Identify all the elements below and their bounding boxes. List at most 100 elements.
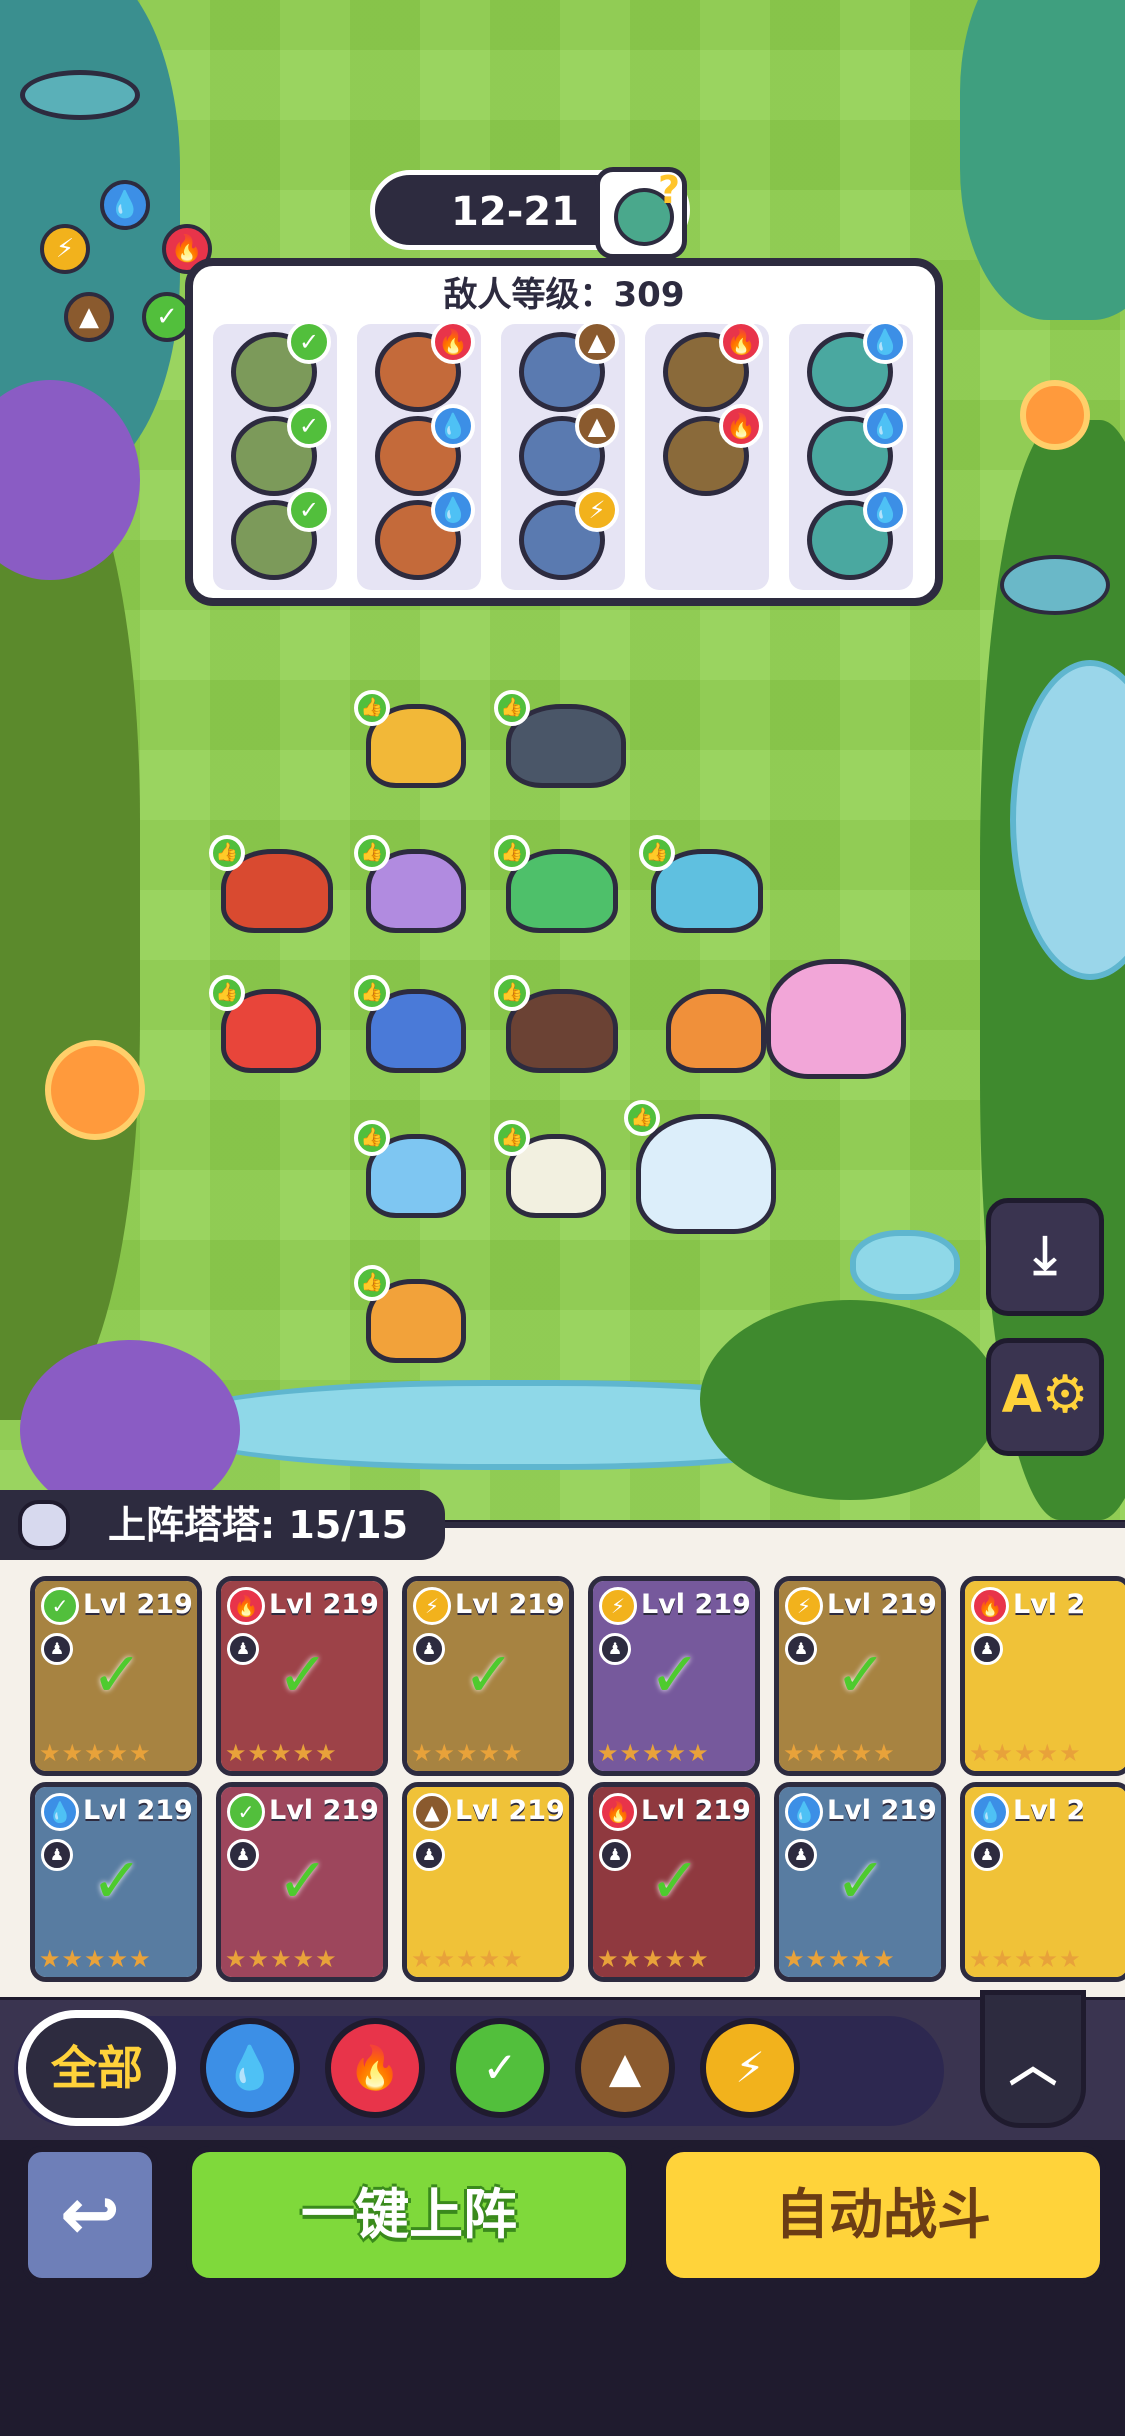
tower-card[interactable]: 🔥 Lvl 219 ♟ ✓ ★★★★★ [588,1782,760,1982]
tower-card[interactable]: 🔥 Lvl 2 ♟ ★★★★★ [960,1576,1125,1776]
card-level: Lvl 2 [1013,1589,1086,1620]
filter-all-button[interactable]: 全部 [18,2010,176,2126]
thumbs-up-icon: 👍 [494,835,530,871]
filter-water-button[interactable]: 💧 [200,2018,300,2118]
class-icon: ♟ [599,1839,631,1871]
roster-count-label: 上阵塔塔: 15/15 [108,1503,409,1547]
mountain-icon: ▲ [413,1793,451,1831]
card-level: Lvl 219 [269,1795,379,1826]
card-level: Lvl 219 [455,1589,565,1620]
card-level: Lvl 219 [641,1795,751,1826]
thumbs-up-icon: 👍 [354,690,390,726]
ally-unit[interactable]: 👍 [354,975,470,1075]
checkmark-icon: ✓ [649,1638,701,1711]
chevron-up-icon: ︿ [1008,2037,1057,2093]
ally-unit[interactable] [660,975,770,1075]
ally-unit[interactable]: 👍 [354,1120,470,1220]
star-rating-icon: ★★★★★ [225,1945,338,1973]
ally-unit[interactable]: 👍 [639,835,765,935]
tower-card[interactable]: 🔥 Lvl 219 ♟ ✓ ★★★★★ [216,1576,388,1776]
download-icon: ⤓ [1033,1225,1057,1285]
card-level: Lvl 219 [83,1795,193,1826]
auto-settings-button[interactable]: A⚙ [986,1338,1104,1456]
filter-lightning-button[interactable]: ⚡ [700,2018,800,2118]
card-level: Lvl 219 [269,1589,379,1620]
filter-fire-button[interactable]: 🔥 [325,2018,425,2118]
fire-icon: 🔥 [971,1587,1009,1625]
lightning-icon: ⚡ [575,488,619,532]
ally-unit[interactable]: 👍 [354,835,470,935]
enemy-column: ▲ ▲ ⚡ [501,320,625,590]
tower-card[interactable]: ⚡ Lvl 219 ♟ ✓ ★★★★★ [588,1576,760,1776]
tower-card[interactable]: ⚡ Lvl 219 ♟ ✓ ★★★★★ [402,1576,574,1776]
star-rating-icon: ★★★★★ [225,1739,338,1767]
flower-decoration [1020,380,1090,450]
checkmark-icon: ✓ [835,1844,887,1917]
auto-battle-button[interactable]: 自动战斗 [660,2146,1106,2284]
fire-icon: 🔥 [719,320,763,364]
tower-card[interactable]: 💧 Lvl 219 ♟ ✓ ★★★★★ [774,1782,946,1982]
filter-earth-button[interactable]: ▲ [575,2018,675,2118]
fire-icon: 🔥 [599,1793,637,1831]
water-drop-icon: 💧 [41,1793,79,1831]
water-drop-icon: 💧 [971,1793,1009,1831]
star-rating-icon: ★★★★★ [597,1945,710,1973]
thumbs-up-icon: 👍 [624,1100,660,1136]
ally-unit[interactable]: 👍 [354,1265,470,1365]
card-level: Lvl 219 [827,1589,937,1620]
ally-unit[interactable]: 👍 [494,690,630,790]
fish-creature-decoration [1000,555,1110,615]
save-formation-button[interactable]: ⤓ [986,1198,1104,1316]
back-button[interactable]: ↩ [22,2146,158,2284]
checkmark-icon: ✓ [91,1638,143,1711]
leaf-icon: ✓ [41,1587,79,1625]
star-rating-icon: ★★★★★ [411,1945,524,1973]
tower-card[interactable]: ▲ Lvl 219 ♟ ★★★★★ [402,1782,574,1982]
star-rating-icon: ★★★★★ [597,1739,710,1767]
creature-sprite [636,1114,776,1234]
ally-unit[interactable]: 👍 [494,1120,610,1220]
star-rating-icon: ★★★★★ [783,1945,896,1973]
ally-unit[interactable]: 👍 [494,835,620,935]
earth-icon: ▲ [64,292,114,342]
lightning-icon: ⚡ [40,224,90,274]
thumbs-up-icon: 👍 [494,975,530,1011]
ally-unit[interactable]: 👍 [494,975,620,1075]
water-drop-icon: 💧 [223,2043,277,2092]
leaf-icon: ✓ [287,488,331,532]
tower-card[interactable]: ✓ Lvl 219 ♟ ✓ ★★★★★ [216,1782,388,1982]
ally-unit[interactable]: 👍 [209,835,335,935]
ally-unit[interactable] [760,945,910,1085]
thumbs-up-icon: 👍 [639,835,675,871]
tower-card[interactable]: ⚡ Lvl 219 ♟ ✓ ★★★★★ [774,1576,946,1776]
thumbs-up-icon: 👍 [354,835,390,871]
enemy-level-label: 敌人等级：309 [443,275,685,315]
ally-unit[interactable]: 👍 [624,1100,780,1240]
ally-unit[interactable]: 👍 [209,975,325,1075]
card-level: Lvl 219 [827,1795,937,1826]
water-drop-icon: 💧 [863,320,907,364]
tower-card[interactable]: ✓ Lvl 219 ♟ ✓ ★★★★★ [30,1576,202,1776]
tower-card[interactable]: 💧 Lvl 2 ♟ ★★★★★ [960,1782,1125,1982]
one-click-deploy-button[interactable]: 一键上阵 [186,2146,632,2284]
checkmark-icon: ✓ [277,1844,329,1917]
tower-card[interactable]: 💧 Lvl 219 ♟ ✓ ★★★★★ [30,1782,202,1982]
collapse-roster-button[interactable]: ︿ [980,1990,1086,2128]
water-drop-icon: 💧 [863,488,907,532]
water-drop-icon: 💧 [863,404,907,448]
stage-indicator: 12-21 ? [370,167,690,259]
boss-info-button[interactable]: ? [595,167,687,259]
mountain-icon: ▲ [575,320,619,364]
checkmark-icon: ✓ [277,1638,329,1711]
checkmark-icon: ✓ [835,1638,887,1711]
filter-grass-button[interactable]: ✓ [450,2018,550,2118]
puddle-decoration [850,1230,960,1300]
bush-decoration [700,1300,1000,1500]
stage-label: 12-21 [451,189,579,235]
class-icon: ♟ [227,1633,259,1665]
ally-unit[interactable]: 👍 [354,690,470,790]
class-icon: ♟ [971,1633,1003,1665]
class-icon: ♟ [413,1633,445,1665]
thumbs-up-icon: 👍 [354,975,390,1011]
card-level: Lvl 219 [641,1589,751,1620]
